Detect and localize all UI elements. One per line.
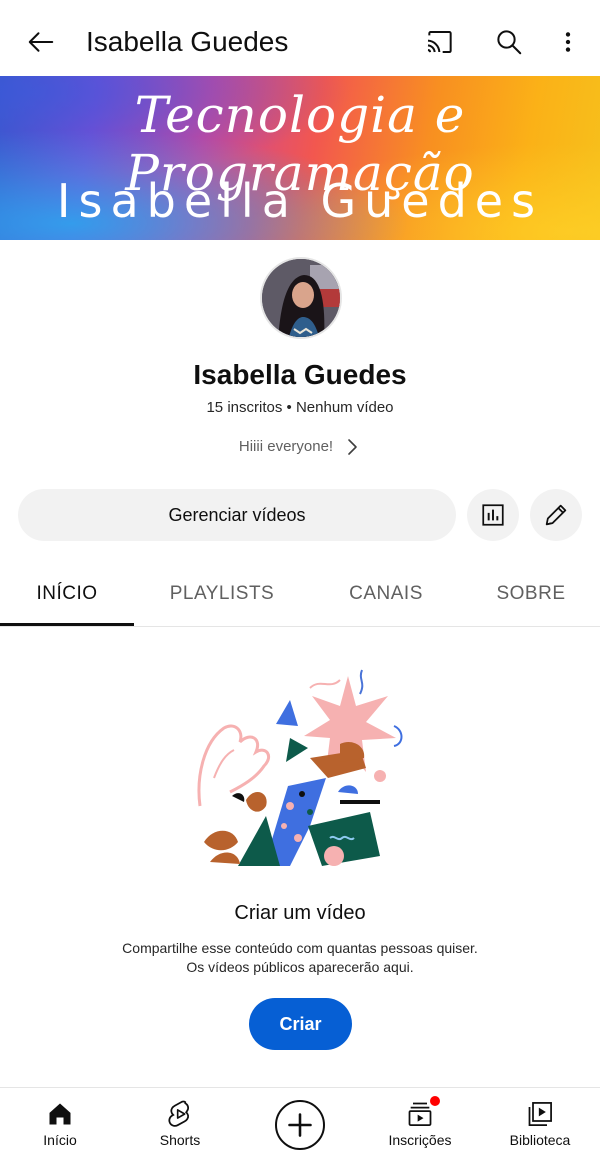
tab-canais[interactable]: CANAIS (310, 562, 462, 626)
shorts-icon (165, 1099, 195, 1129)
empty-state-description: Compartilhe esse conteúdo com quantas pe… (0, 939, 600, 977)
create-button[interactable]: Criar (249, 998, 352, 1050)
avatar[interactable] (260, 257, 342, 339)
meta-separator: • (286, 399, 292, 416)
top-app-bar: Isabella Guedes (0, 0, 600, 76)
home-icon (45, 1099, 75, 1129)
nav-label: Inscrições (388, 1132, 452, 1148)
nav-item-shorts[interactable]: Shorts (145, 1088, 215, 1164)
active-tab-indicator (0, 623, 134, 626)
channel-banner: Tecnologia e Programação Isabella Guedes (0, 76, 600, 240)
create-video-illustration (197, 669, 403, 866)
page-title: Isabella Guedes (86, 26, 289, 57)
bottom-navigation: Início Shorts Inscrições Biblioteca (0, 1087, 600, 1164)
cast-button[interactable] (420, 22, 460, 62)
channel-tabs: INÍCIO PLAYLISTS CANAIS SOBRE (0, 562, 600, 627)
search-icon (497, 30, 522, 55)
tab-inicio[interactable]: INÍCIO (0, 562, 134, 626)
nav-label: Início (43, 1132, 77, 1148)
nav-item-biblioteca[interactable]: Biblioteca (500, 1088, 580, 1164)
notification-dot (429, 1095, 441, 1107)
analytics-button[interactable] (467, 489, 519, 541)
arrow-back-icon (28, 32, 54, 52)
create-plus-icon (288, 1113, 312, 1137)
create-plus-button[interactable] (275, 1100, 325, 1150)
nav-label: Biblioteca (509, 1132, 571, 1148)
subscriber-count: 15 inscritos (206, 399, 283, 416)
edit-channel-button[interactable] (530, 489, 582, 541)
subscriptions-icon (405, 1095, 441, 1129)
channel-description-link[interactable]: Hiiii everyone! (0, 436, 600, 458)
channel-description: Hiiii everyone! (238, 438, 334, 455)
manage-videos-button[interactable]: Gerenciar vídeos (18, 489, 456, 541)
analytics-icon (482, 504, 504, 526)
more-options-button[interactable] (548, 22, 588, 62)
banner-title: Isabella Guedes (56, 174, 544, 228)
cast-icon (427, 31, 452, 53)
empty-state-line-1: Compartilhe esse conteúdo com quantas pe… (122, 940, 478, 956)
edit-pencil-icon (545, 504, 567, 526)
nav-item-inscricoes[interactable]: Inscrições (380, 1088, 460, 1164)
back-button[interactable] (22, 24, 60, 60)
channel-name: Isabella Guedes (193, 359, 407, 390)
empty-state-line-2: Os vídeos públicos aparecerão aqui. (186, 959, 414, 975)
more-vert-icon (565, 32, 571, 52)
chevron-right-icon (348, 439, 357, 455)
tab-sobre[interactable]: SOBRE (462, 562, 600, 626)
empty-state-title: Criar um vídeo (234, 902, 366, 924)
nav-item-inicio[interactable]: Início (30, 1088, 90, 1164)
video-count: Nenhum vídeo (295, 399, 394, 416)
tab-playlists[interactable]: PLAYLISTS (134, 562, 310, 626)
channel-stats: 15 inscritos • Nenhum vídeo (0, 398, 600, 418)
library-icon (525, 1099, 555, 1129)
nav-label: Shorts (159, 1132, 201, 1148)
avatar-photo (262, 259, 340, 337)
search-button[interactable] (489, 22, 529, 62)
